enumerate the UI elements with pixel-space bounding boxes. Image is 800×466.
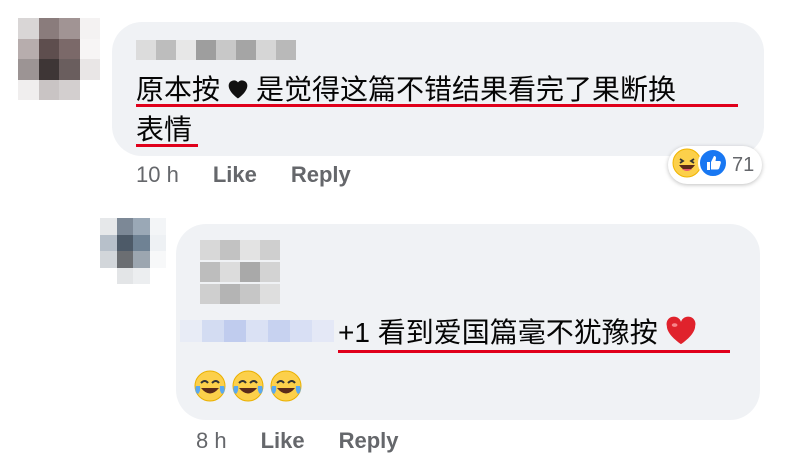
emoji-row — [192, 368, 304, 409]
comment-text-line2: 表情 — [136, 114, 193, 145]
comment-text-part: 是觉得这篇不错结果看完了果断换 — [256, 74, 677, 105]
author-name-blurred[interactable] — [200, 240, 280, 260]
like-button[interactable]: Like — [261, 428, 305, 454]
tears-of-joy-icon — [230, 368, 266, 409]
timestamp[interactable]: 8 h — [196, 428, 227, 454]
reply-actions: 8 h Like Reply — [196, 428, 433, 454]
red-underline — [338, 350, 730, 353]
author-name-blurred — [200, 262, 280, 282]
reaction-summary[interactable]: 71 — [668, 146, 762, 184]
red-heart-icon — [664, 314, 698, 355]
mention-tag-blurred[interactable] — [180, 320, 334, 342]
reply-button[interactable]: Reply — [291, 162, 351, 188]
like-button[interactable]: Like — [213, 162, 257, 188]
like-icon — [698, 147, 728, 183]
avatar[interactable] — [18, 18, 100, 100]
timestamp[interactable]: 10 h — [136, 162, 179, 188]
red-underline — [136, 104, 738, 107]
comment-text-part: 原本按 — [136, 74, 221, 105]
author-name-blurred[interactable] — [136, 40, 296, 60]
reply-button[interactable]: Reply — [339, 428, 399, 454]
reaction-count: 71 — [732, 153, 755, 176]
reply-text-part: +1 看到爱国篇毫不犹豫按 — [338, 317, 658, 348]
author-name-blurred — [200, 284, 280, 304]
comment-actions: 10 h Like Reply — [136, 162, 385, 188]
red-underline — [136, 144, 198, 147]
tears-of-joy-icon — [268, 368, 304, 409]
reply-text: +1 看到爱国篇毫不犹豫按 — [338, 314, 698, 355]
tears-of-joy-icon — [192, 368, 228, 409]
avatar[interactable] — [100, 218, 166, 284]
